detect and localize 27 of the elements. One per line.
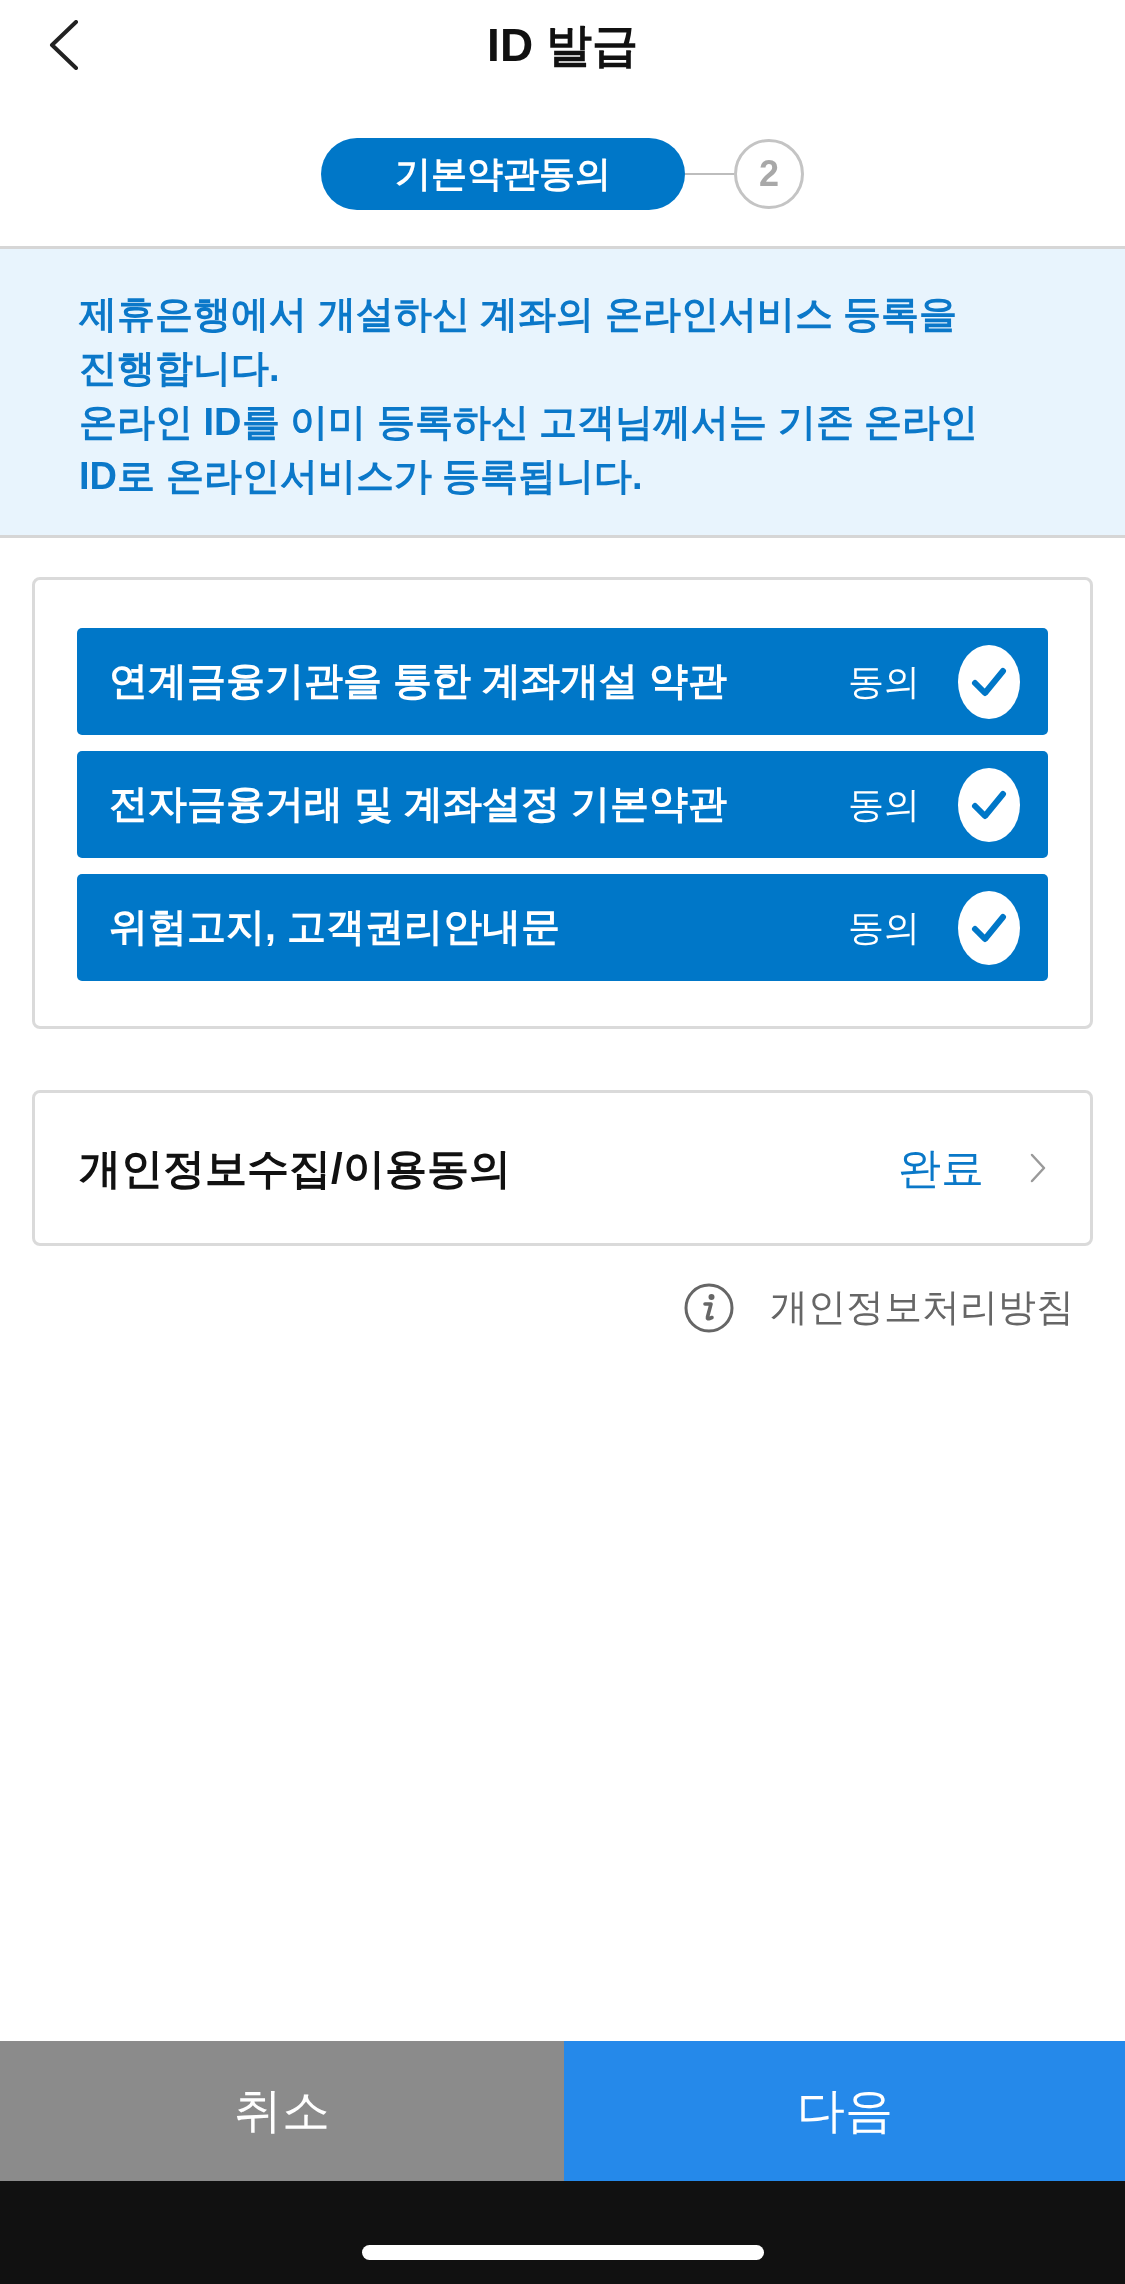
- chevron-right-icon: [1030, 1153, 1046, 1183]
- privacy-consent-row[interactable]: 개인정보수집/이용동의 완료: [32, 1090, 1093, 1246]
- step-connector-line: [685, 173, 734, 175]
- agreement-status: 동의: [848, 905, 920, 950]
- agreement-status: 동의: [848, 659, 920, 704]
- agreement-status: 동의: [848, 782, 920, 827]
- privacy-consent-label: 개인정보수집/이용동의: [79, 1143, 512, 1194]
- privacy-policy-link[interactable]: 개인정보처리방침: [684, 1279, 1074, 1336]
- consent-status: 완료: [898, 1142, 984, 1194]
- check-circle-icon[interactable]: [958, 767, 1020, 842]
- chevron-left-icon: [48, 20, 80, 70]
- current-step-pill: 기본약관동의: [321, 138, 685, 210]
- page-title: ID 발급: [487, 22, 638, 68]
- agreement-row[interactable]: 연계금융기관을 통한 계좌개설 약관 동의: [77, 628, 1048, 735]
- agreement-row[interactable]: 전자금융거래 및 계좌설정 기본약관 동의: [77, 751, 1048, 858]
- back-button[interactable]: [48, 20, 80, 70]
- agreement-row[interactable]: 위험고지, 고객권리안내문 동의: [77, 874, 1048, 981]
- next-button[interactable]: 다음: [564, 2041, 1125, 2181]
- notice-text: 제휴은행에서 개설하신 계좌의 온라인서비스 등록을 진행합니다.: [79, 292, 959, 391]
- cancel-button[interactable]: 취소: [0, 2041, 564, 2181]
- check-circle-icon[interactable]: [958, 890, 1020, 965]
- agreement-label: 전자금융거래 및 계좌설정 기본약관: [109, 781, 728, 828]
- agreement-label: 연계금융기관을 통한 계좌개설 약관: [109, 658, 728, 705]
- info-icon: [684, 1282, 734, 1333]
- agreement-label: 위험고지, 고객권리안내문: [109, 904, 561, 951]
- check-circle-icon[interactable]: [958, 644, 1020, 719]
- notice-text: 온라인 ID를 이미 등록하신 고객님께서는 기존 온라인 ID로 온라인서비스가 등록됩니다.: [79, 400, 980, 499]
